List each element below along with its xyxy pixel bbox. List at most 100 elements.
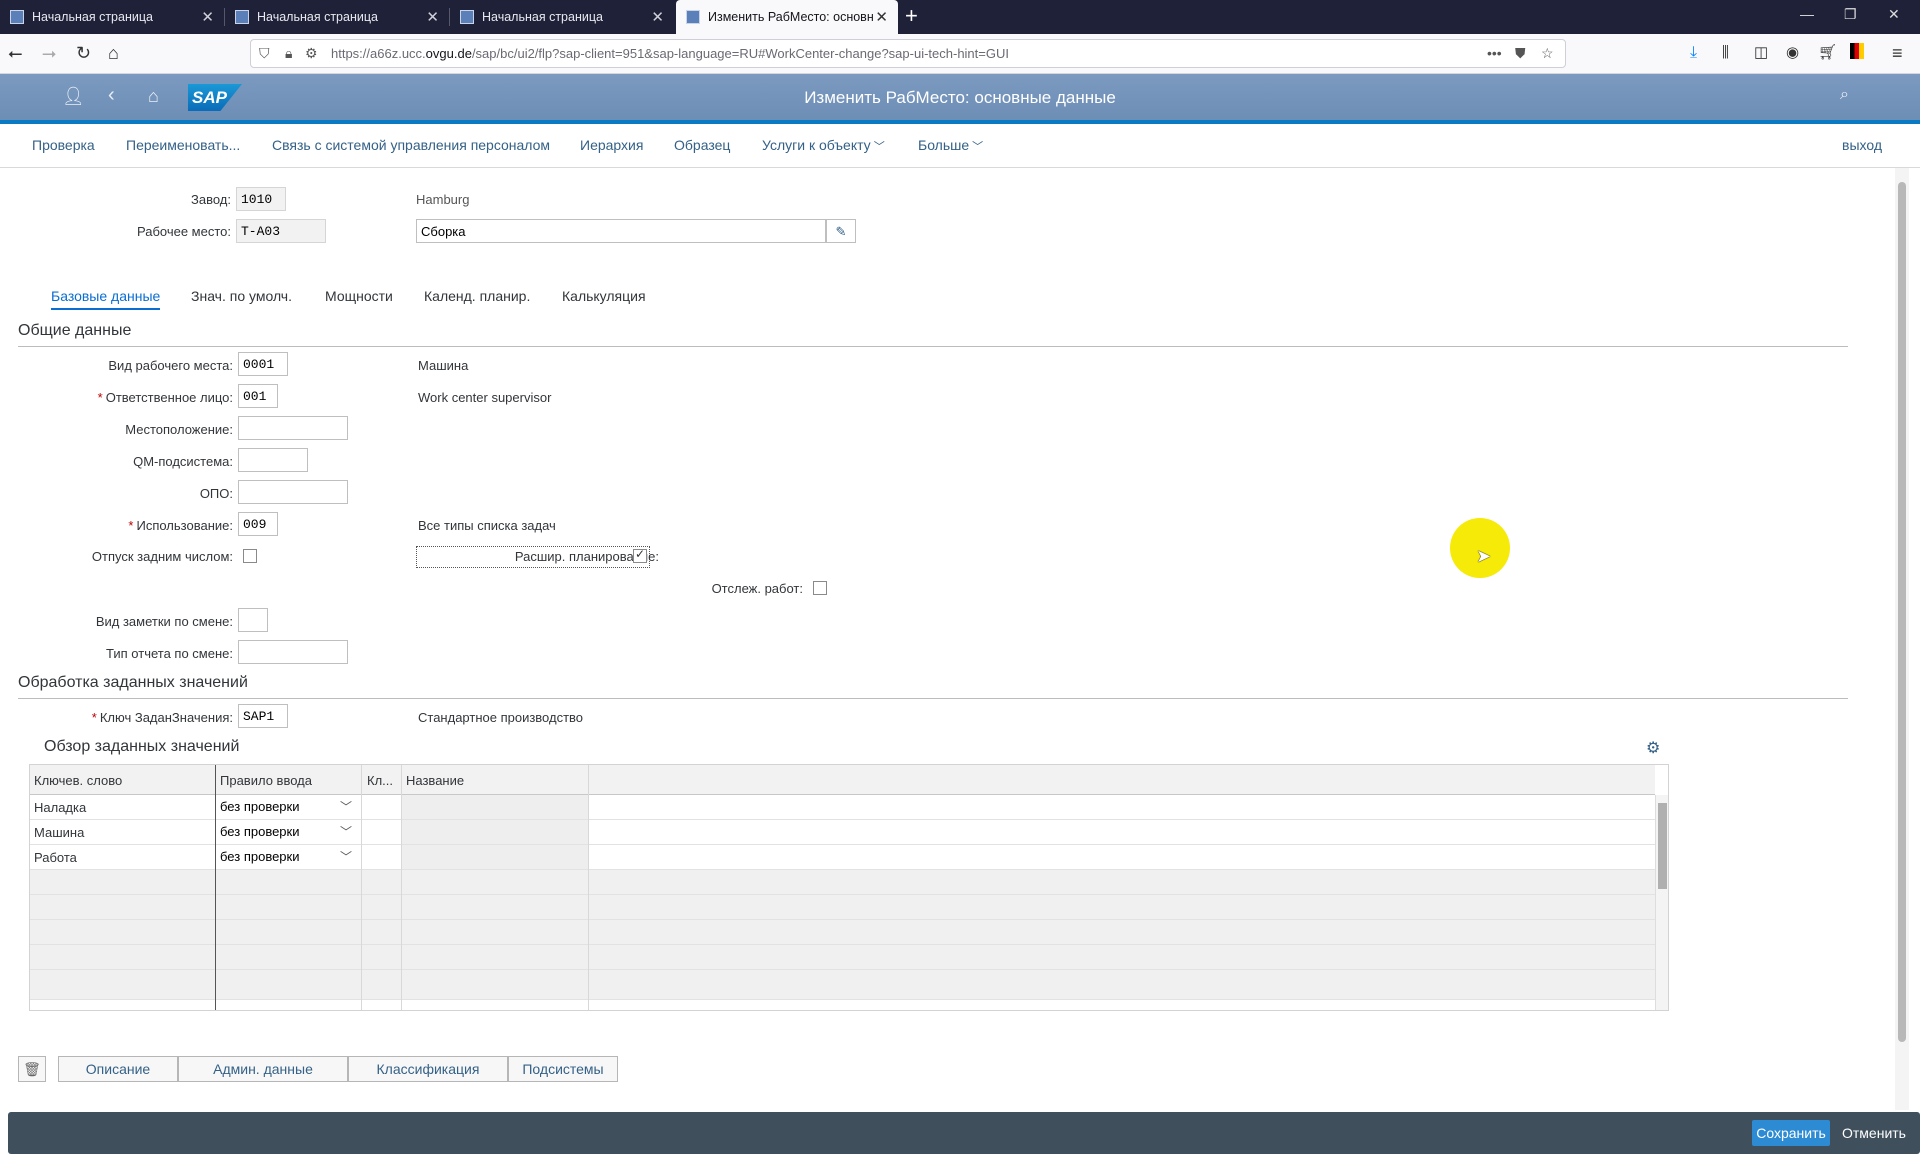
restore-icon[interactable]: ❐ xyxy=(1844,6,1857,23)
table-scroll-thumb[interactable] xyxy=(1658,803,1667,889)
subsystems-button[interactable]: Подсистемы xyxy=(508,1056,618,1082)
tab-capacities[interactable]: Мощности xyxy=(325,288,393,304)
table-settings-icon[interactable]: ⚙ xyxy=(1646,738,1660,758)
default-key-field[interactable]: SAP1 xyxy=(238,704,288,728)
table-row[interactable]: Наладка без проверки ﹀ xyxy=(30,795,1655,820)
section-divider xyxy=(18,698,1848,699)
delete-icon[interactable]: 🗑︎ xyxy=(18,1056,46,1082)
shift-report-field[interactable] xyxy=(238,640,348,664)
work-center-description-field[interactable]: Сборка xyxy=(416,219,826,243)
shield-icon[interactable]: ⛉ xyxy=(259,45,270,62)
forward-icon[interactable]: ⭢ xyxy=(42,42,56,64)
edit-text-icon[interactable]: ✎ xyxy=(826,219,856,243)
advanced-planning-checkbox[interactable] xyxy=(633,547,647,563)
back-icon[interactable]: ⭠ xyxy=(8,42,22,64)
close-tab-icon[interactable]: ✕ xyxy=(651,8,664,26)
page-scrollbar[interactable] xyxy=(1895,168,1909,1110)
lock-icon[interactable]: 🔒︎ xyxy=(285,45,292,62)
key-cell-input[interactable] xyxy=(362,797,400,818)
close-tab-icon[interactable]: ✕ xyxy=(875,8,888,26)
hr-link-button[interactable]: Связь с системой управления персоналом xyxy=(272,137,550,153)
cancel-button[interactable]: Отменить xyxy=(1834,1120,1914,1146)
browser-tab[interactable]: Начальная страница ✕ xyxy=(450,0,674,34)
check-button[interactable]: Проверка xyxy=(32,137,95,153)
work-tracking-checkbox[interactable] xyxy=(813,581,827,595)
tab-default-values[interactable]: Знач. по умолч. xyxy=(191,288,292,304)
browser-tab[interactable]: Начальная страница ✕ xyxy=(0,0,224,34)
save-button[interactable]: Сохранить xyxy=(1752,1120,1830,1146)
qm-subsystem-label: QM-подсистема: xyxy=(133,454,233,469)
sidebar-icon[interactable]: ◫ xyxy=(1754,42,1768,64)
browser-tab[interactable]: Начальная страница ✕ xyxy=(225,0,449,34)
page-scroll-thumb[interactable] xyxy=(1898,182,1906,1042)
keyword-cell: Машина xyxy=(34,825,85,840)
description-button[interactable]: Описание xyxy=(58,1056,178,1082)
location-label: Местоположение: xyxy=(125,422,233,437)
hierarchy-button[interactable]: Иерархия xyxy=(580,137,643,153)
backflush-checkbox[interactable] xyxy=(243,549,257,563)
column-header-key[interactable]: Кл... xyxy=(367,773,393,788)
usage-field[interactable]: 009 xyxy=(238,512,278,536)
tab-costing[interactable]: Калькуляция xyxy=(562,288,646,304)
new-tab-icon[interactable]: + xyxy=(905,3,918,29)
url-bar[interactable]: ⛉ 🔒︎ ⚙ https://a66z.ucc.ovgu.de/sap/bc/u… xyxy=(250,39,1566,68)
search-icon[interactable]: ⌕ xyxy=(1840,86,1849,104)
shift-note-field[interactable] xyxy=(238,608,268,632)
extension-flag-icon[interactable] xyxy=(1850,42,1864,64)
page-actions-icon[interactable]: ••• xyxy=(1487,45,1502,61)
input-rule-select[interactable]: без проверки ﹀ xyxy=(216,797,358,818)
bookmark-star-icon[interactable]: ☆ xyxy=(1541,45,1554,62)
exit-button[interactable]: выход xyxy=(1842,137,1882,153)
column-header-input-rule[interactable]: Правило ввода xyxy=(220,773,312,788)
wc-category-label: Вид рабочего места: xyxy=(108,358,233,373)
key-cell-input[interactable] xyxy=(362,822,400,843)
reload-icon[interactable]: ↻ xyxy=(76,42,91,64)
classification-button[interactable]: Классификация xyxy=(348,1056,508,1082)
close-tab-icon[interactable]: ✕ xyxy=(426,8,439,26)
close-tab-icon[interactable]: ✕ xyxy=(201,8,214,26)
home-icon[interactable]: ⌂ xyxy=(108,42,119,64)
browser-tab-active[interactable]: Изменить РабМесто: основн ✕ xyxy=(676,0,898,34)
minimize-icon[interactable]: — xyxy=(1800,6,1814,22)
table-row[interactable]: Машина без проверки ﹀ xyxy=(30,820,1655,845)
cart-icon[interactable]: 🛒︎ xyxy=(1818,42,1837,64)
work-tracking-label: Отслеж. работ: xyxy=(711,581,803,596)
required-marker: * xyxy=(128,518,134,533)
location-field[interactable] xyxy=(238,416,348,440)
url-text: https://a66z.ucc.ovgu.de/sap/bc/ui2/flp?… xyxy=(331,46,1009,61)
more-menu[interactable]: Больше ﹀ xyxy=(918,137,983,154)
column-header-keyword[interactable]: Ключев. слово xyxy=(34,773,122,788)
table-scrollbar[interactable] xyxy=(1655,795,1668,1010)
usage-text: Все типы списка задач xyxy=(418,518,556,533)
name-cell xyxy=(402,845,588,869)
downloads-icon[interactable]: ⤓ xyxy=(1690,42,1697,64)
table-row-empty xyxy=(30,920,1655,945)
opo-field[interactable] xyxy=(238,480,348,504)
menu-icon[interactable]: ≡ xyxy=(1892,42,1903,64)
plant-field[interactable]: 1010 xyxy=(236,187,286,211)
rename-button[interactable]: Переименовать... xyxy=(126,137,240,153)
admin-data-button[interactable]: Админ. данные xyxy=(178,1056,348,1082)
account-icon[interactable]: ◉ xyxy=(1786,42,1799,64)
table-row[interactable]: Работа без проверки ﹀ xyxy=(30,845,1655,870)
wc-category-field[interactable]: 0001 xyxy=(238,352,288,376)
tab-scheduling[interactable]: Календ. планир. xyxy=(424,288,530,304)
app-toolbar: Проверка Переименовать... Связь с систем… xyxy=(0,124,1920,168)
usage-label: * Использование: xyxy=(128,518,233,533)
permissions-icon[interactable]: ⚙ xyxy=(305,45,318,62)
library-icon[interactable]: ⫼ xyxy=(1722,42,1729,64)
object-services-menu[interactable]: Услуги к объекту ﹀ xyxy=(762,137,885,154)
input-rule-select[interactable]: без проверки ﹀ xyxy=(216,822,358,843)
key-cell-input[interactable] xyxy=(362,847,400,868)
person-responsible-field[interactable]: 001 xyxy=(238,384,278,408)
tab-basic-data[interactable]: Базовые данные xyxy=(51,288,161,310)
qm-subsystem-field[interactable] xyxy=(238,448,308,472)
template-button[interactable]: Образец xyxy=(674,137,730,153)
input-rule-select[interactable]: без проверки ﹀ xyxy=(216,847,358,868)
pocket-icon[interactable]: ⛊ xyxy=(1515,45,1526,62)
page-favicon-icon xyxy=(10,10,24,24)
work-center-field[interactable]: T-A03 xyxy=(236,219,326,243)
close-window-icon[interactable]: ✕ xyxy=(1888,6,1900,23)
browser-tab-bar: Начальная страница ✕ Начальная страница … xyxy=(0,0,1920,34)
column-header-name[interactable]: Название xyxy=(406,773,464,788)
